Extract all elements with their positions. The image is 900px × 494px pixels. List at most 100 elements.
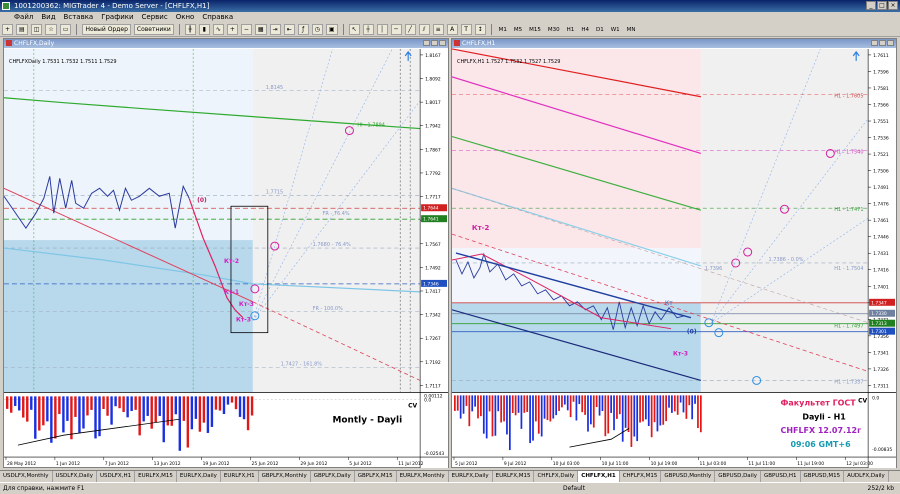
histogram-bar [511,395,514,414]
close-button[interactable]: × [888,1,898,10]
fibo-icon[interactable]: ≡ [432,24,444,35]
histogram-bar [465,395,468,406]
periods-icon[interactable]: ◷ [311,24,323,35]
chart-tab[interactable]: USDLFX,Monthly [0,471,53,482]
histogram-bar [18,396,21,411]
text-icon[interactable]: A [446,24,458,35]
timeframe-m30[interactable]: M30 [546,27,562,33]
minimize-button[interactable] [423,40,430,46]
chart-tab[interactable]: GBPLFX,Monthly [259,471,311,482]
cursor-icon[interactable]: ↖ [348,24,360,35]
chart-tab[interactable]: CHFLFX,M15 [620,471,662,482]
chart-window-h1[interactable]: CHFLFX,H1 CHFLFX,H1 1.7527 1.7532 1.7527… [451,38,897,469]
level-label: 1.8145 [266,85,283,91]
terminal-icon[interactable]: ▭ [59,24,72,35]
label-icon[interactable]: T [460,24,472,35]
divergence-line [569,427,630,448]
price-axis [868,48,896,469]
maximize-button[interactable]: □ [877,1,887,10]
new-order-label: Новый Ордер [85,26,128,33]
indicator-tick-label: -0.00835 [872,447,892,453]
menu-view[interactable]: Вид [41,12,55,23]
chart-tab[interactable]: AUDLFX,Daily [844,471,889,482]
timeframe-mn[interactable]: MN [625,27,638,33]
timeframe-h1[interactable]: H1 [565,27,577,33]
new-chart-icon[interactable]: + [2,24,14,35]
crosshair-icon[interactable]: ┼ [362,24,374,35]
histogram-bar [506,395,508,435]
profiles-icon[interactable]: ▤ [16,24,28,35]
vertical-line-icon[interactable]: │ [376,24,388,35]
price-tick-label: 1.7717 [425,195,441,201]
minimize-button[interactable]: _ [866,1,876,10]
advisors-button[interactable]: Советники [133,24,174,35]
chart-tab[interactable]: EURLFX,M15 [493,471,535,482]
menu-file[interactable]: Файл [14,12,33,23]
candle-chart-icon[interactable]: ▮ [198,24,210,35]
templates-icon[interactable]: ▣ [325,24,338,35]
chart-tab[interactable]: CHFLFX,Daily [534,471,579,482]
autoscroll-icon[interactable]: ⇥ [269,24,281,35]
chart-tab[interactable]: GBPLFX,Daily [311,471,355,482]
menu-help[interactable]: Справка [202,12,233,23]
histogram-bar [662,395,665,425]
chart-tab[interactable]: GBPUSD,M15 [801,471,845,482]
menu-charts[interactable]: Графики [101,12,133,23]
maximize-button[interactable] [431,40,438,46]
navigator-icon[interactable]: ☆ [45,24,57,35]
chart-tab[interactable]: GBPUSD,Monthly [661,471,716,482]
chart-shift-icon[interactable]: ⇤ [283,24,295,35]
chart-window-title-bar[interactable]: CHFLFX,Daily [4,39,448,48]
channel-icon[interactable]: ⫽ [418,24,430,35]
zoom-out-icon[interactable]: − [240,24,252,35]
menu-insert[interactable]: Вставка [64,12,94,23]
chart-tab[interactable]: GBPUSD,Daily [715,471,761,482]
chart-tab[interactable]: GBPLFX,M15 [355,471,397,482]
chart-window-title-bar[interactable]: CHFLFX,H1 [452,39,896,48]
new-order-button[interactable]: Новый Ордер [82,24,131,35]
chart-window-daily[interactable]: CHFLFX,Daily CHFLFXDaily 1.7531 1.7532 1… [3,38,449,469]
chart-tab[interactable]: USDLFX,H1 [97,471,136,482]
indicators-icon[interactable]: ƒ [297,24,309,35]
timeframe-d1[interactable]: D1 [594,27,606,33]
histogram-bar [86,396,89,416]
timeframe-m1[interactable]: M1 [497,27,509,33]
status-profile[interactable]: Default [563,483,585,494]
histogram-bar [474,395,476,407]
price-chart-h1[interactable]: CHFLFX,H1 1.7527 1.7532 1.7527 1.7529 Кт… [452,48,896,469]
chart-tab[interactable]: EURLFX,Monthly [397,471,449,482]
price-chart-daily[interactable]: CHFLFXDaily 1.7531 1.7532 1.7511 1.7529 … [4,48,448,469]
arrows-icon[interactable]: ↕ [474,24,486,35]
level-label: H1 - 1.7504 [834,266,863,272]
price-tick-label: 1.8167 [425,53,441,59]
menu-tools[interactable]: Сервис [142,12,168,23]
timeframe-m5[interactable]: M5 [512,27,524,33]
market-watch-icon[interactable]: ◫ [30,24,43,35]
histogram-bar [549,395,552,422]
trendline-icon[interactable]: ╱ [404,24,416,35]
chart-tab[interactable]: EURLFX,Daily [449,471,493,482]
close-button[interactable] [887,40,894,46]
menu-window[interactable]: Окно [176,12,195,23]
timeframe-m15[interactable]: M15 [527,27,543,33]
horizontal-line-icon[interactable]: ─ [390,24,402,35]
histogram-bar [38,396,41,431]
minimize-button[interactable] [871,40,878,46]
chart-tab[interactable]: EURLFX,M15 [135,471,177,482]
line-chart-icon[interactable]: ∿ [212,24,224,35]
chart-tab[interactable]: USDLFX,Daily [53,471,97,482]
timeframe-w1[interactable]: W1 [609,27,622,33]
chart-tab[interactable]: EURLFX,Daily [177,471,221,482]
bar-chart-icon[interactable]: ╫ [184,24,196,35]
maximize-button[interactable] [879,40,886,46]
chart-tab[interactable]: CHFLFX,H1 [578,471,620,482]
tile-windows-icon[interactable]: ▦ [254,24,267,35]
close-button[interactable] [439,40,446,46]
price-tick-label: 1.7491 [873,185,889,191]
timeframe-h4[interactable]: H4 [579,27,591,33]
chart-tab[interactable]: EURLFX,H1 [221,471,259,482]
chart-tab[interactable]: GBPUSD,H1 [761,471,801,482]
zoom-in-icon[interactable]: + [226,24,238,35]
histogram-bar [146,396,149,416]
histogram-bar [520,395,523,429]
